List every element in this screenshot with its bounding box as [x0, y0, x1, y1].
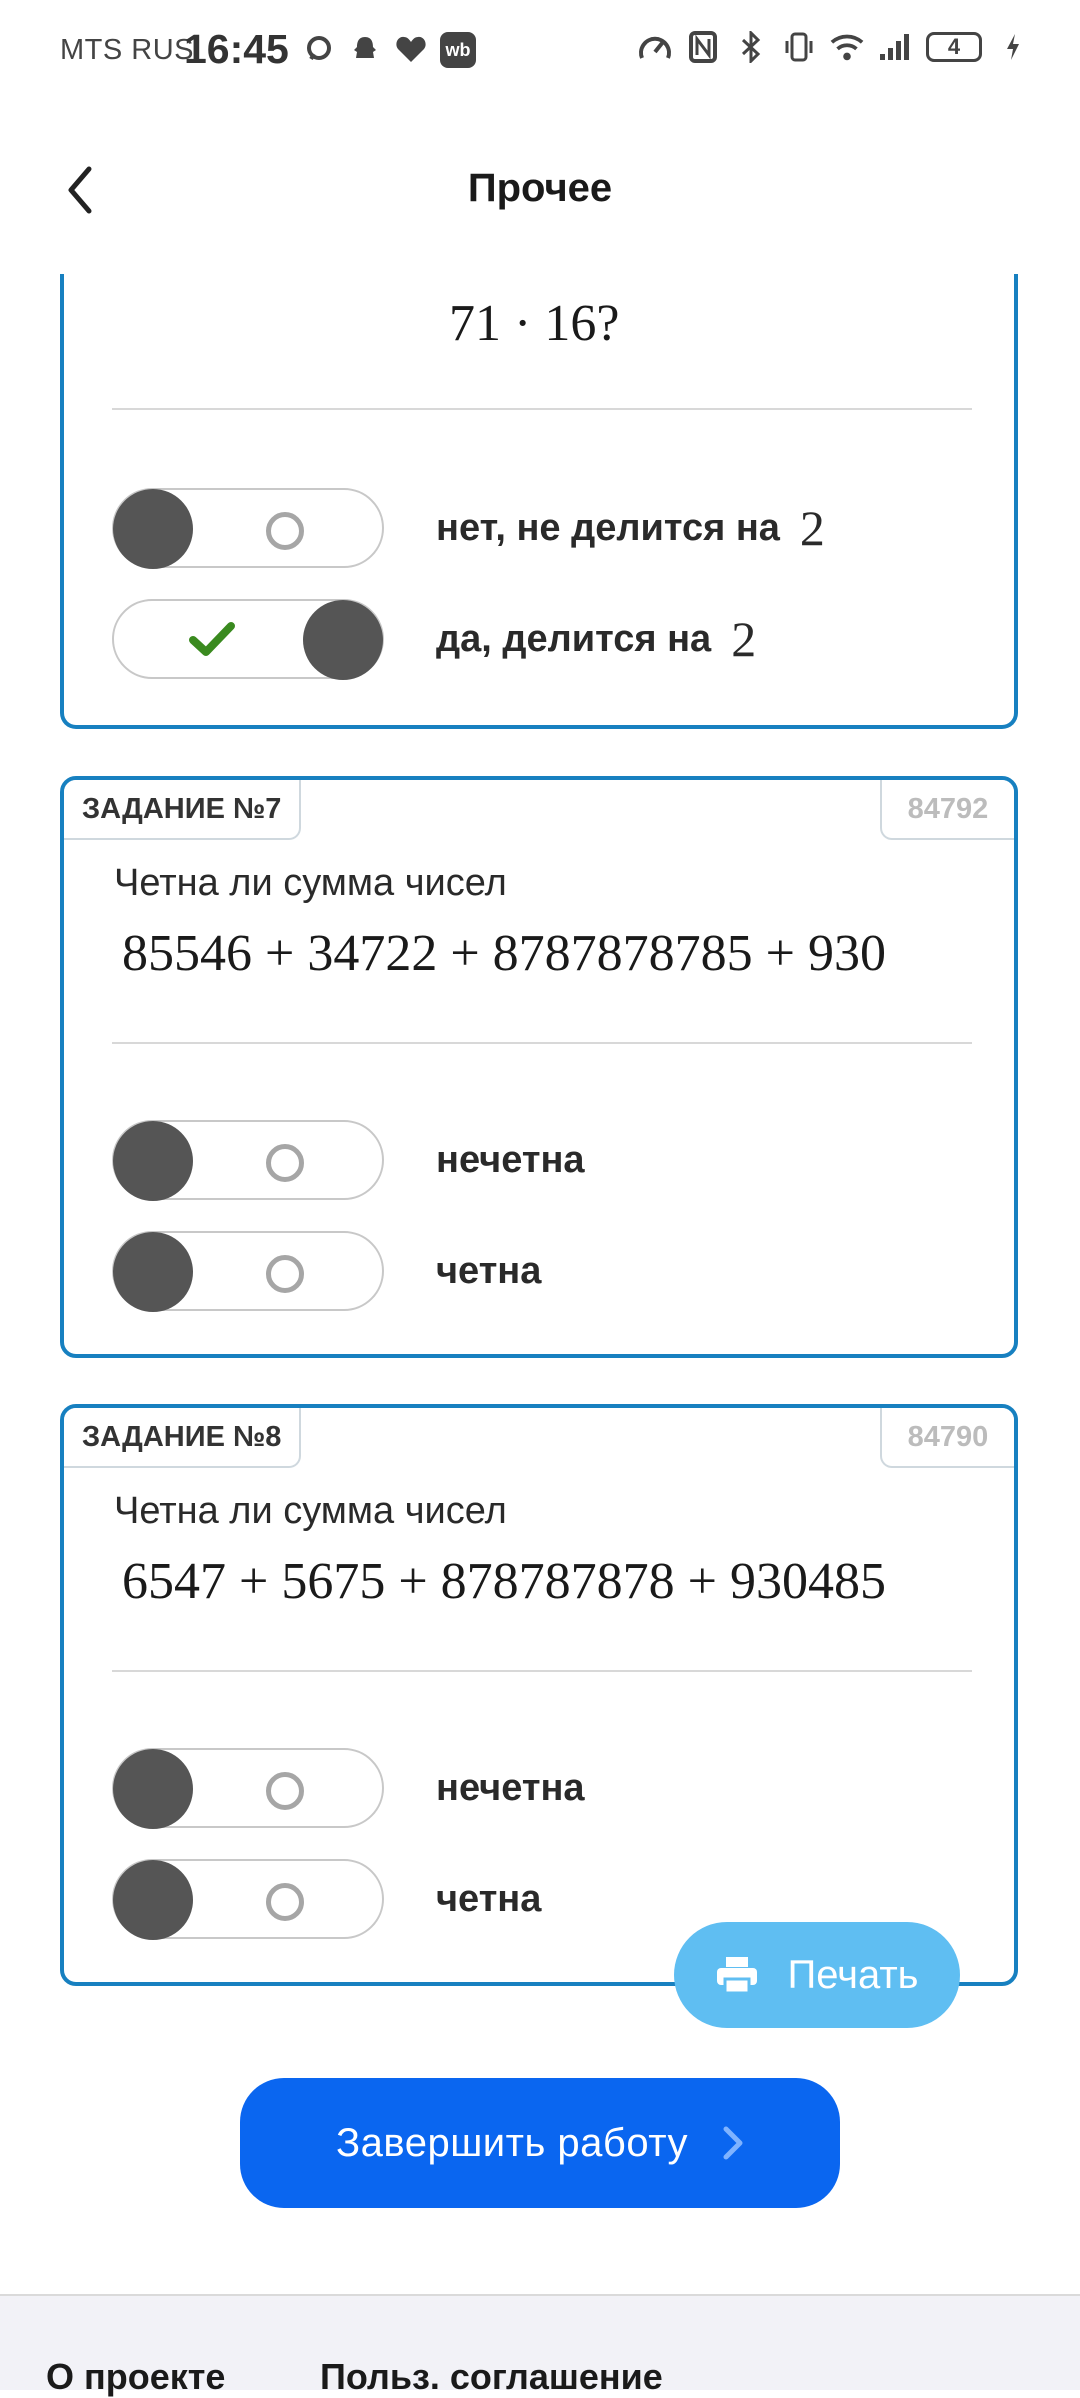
task-question: Четна ли сумма чисел [114, 1490, 507, 1532]
task-math: 6547 + 5675 + 878787878 + 930485 [122, 1553, 886, 1610]
circle-icon [266, 1883, 304, 1921]
battery-icon: 4 [926, 32, 982, 62]
divider [112, 1670, 972, 1672]
answer-option[interactable]: четна [112, 1229, 541, 1313]
task-math: 85546 + 34722 + 8787878785 + 930 [122, 925, 886, 982]
task-number-tab: ЗАДАНИЕ №7 [64, 780, 302, 840]
notification-icons: wb [302, 32, 476, 68]
task-math: 71 · 16? [449, 295, 620, 352]
toggle-knob [113, 489, 193, 569]
print-label: Печать [787, 1952, 919, 1997]
app-header: Прочее [0, 130, 1080, 250]
nfc-icon [686, 30, 720, 64]
answer-toggle[interactable] [112, 1120, 384, 1201]
task-question: Четна ли сумма чисел [114, 862, 507, 904]
toggle-knob [303, 600, 383, 680]
signal-icon [878, 30, 912, 64]
answer-toggle[interactable] [112, 488, 384, 569]
task-id: 84792 [880, 780, 1014, 840]
toggle-knob [113, 1121, 193, 1201]
status-bar: MTS RUS 16:45 wb 4 [0, 0, 1080, 106]
option-text: нет, не делится на [436, 506, 780, 549]
answer-toggle[interactable] [112, 1859, 384, 1940]
option-text: да, делится на [436, 617, 712, 660]
answer-toggle[interactable] [112, 1748, 384, 1829]
chevron-right-icon [723, 2126, 743, 2160]
charging-bolt-icon [996, 30, 1030, 64]
wb-app-icon: wb [440, 32, 476, 68]
option-label: нет, не делится на 2 [436, 499, 825, 557]
divider [112, 408, 972, 410]
heart-icon [394, 32, 428, 66]
toggle-knob [113, 1860, 193, 1940]
vibrate-icon [782, 30, 816, 64]
answer-option[interactable]: нет, не делится на 2 [112, 486, 825, 570]
answer-option[interactable]: четна [112, 1857, 541, 1941]
answer-toggle[interactable] [112, 1231, 384, 1312]
footer: О проекте Польз. соглашение [0, 2294, 1080, 2397]
option-label: нечетна [436, 1138, 585, 1181]
answer-option[interactable]: нечетна [112, 1746, 585, 1830]
system-icons: 4 [638, 30, 1030, 64]
toggle-knob [113, 1232, 193, 1312]
answer-option[interactable]: нечетна [112, 1118, 585, 1202]
finish-label: Завершить работу [336, 2120, 688, 2165]
task-id: 84790 [880, 1408, 1014, 1468]
chat-bubble-icon [302, 32, 336, 66]
printer-icon [717, 1957, 758, 1995]
option-label: четна [436, 1249, 542, 1292]
divider [112, 1042, 972, 1044]
carrier-label: MTS RUS [60, 34, 194, 66]
option-label: четна [436, 1877, 542, 1920]
toggle-knob [113, 1749, 193, 1829]
finish-work-button[interactable]: Завершить работу [240, 2078, 840, 2208]
terms-link[interactable]: Польз. соглашение [320, 2356, 663, 2398]
option-math: 2 [731, 611, 757, 667]
task-card-8: ЗАДАНИЕ №8 84790 Четна ли сумма чисел 65… [60, 1404, 1018, 1986]
circle-icon [266, 1255, 304, 1293]
print-button[interactable]: Печать [674, 1922, 960, 2028]
bluetooth-icon [734, 30, 768, 64]
checkmark-icon [189, 622, 235, 656]
task-number-tab: ЗАДАНИЕ №8 [64, 1408, 302, 1468]
page-title: Прочее [467, 166, 613, 210]
circle-icon [266, 1772, 304, 1810]
clock: 16:45 [184, 26, 289, 72]
wifi-icon [830, 30, 864, 64]
answer-option[interactable]: да, делится на 2 [112, 597, 756, 681]
option-label: нечетна [436, 1766, 585, 1809]
circle-icon [266, 1144, 304, 1182]
option-math: 2 [799, 500, 825, 556]
about-link[interactable]: О проекте [46, 2356, 225, 2398]
option-label: да, делится на 2 [436, 610, 756, 668]
ghost-icon [348, 32, 382, 66]
task-card-7: ЗАДАНИЕ №7 84792 Четна ли сумма чисел 85… [60, 776, 1018, 1358]
circle-icon [266, 512, 304, 550]
answer-toggle[interactable] [112, 599, 384, 680]
task-card-6: 71 · 16? нет, не делится на 2 да, делитс… [60, 274, 1018, 729]
speed-gauge-icon [638, 30, 672, 64]
